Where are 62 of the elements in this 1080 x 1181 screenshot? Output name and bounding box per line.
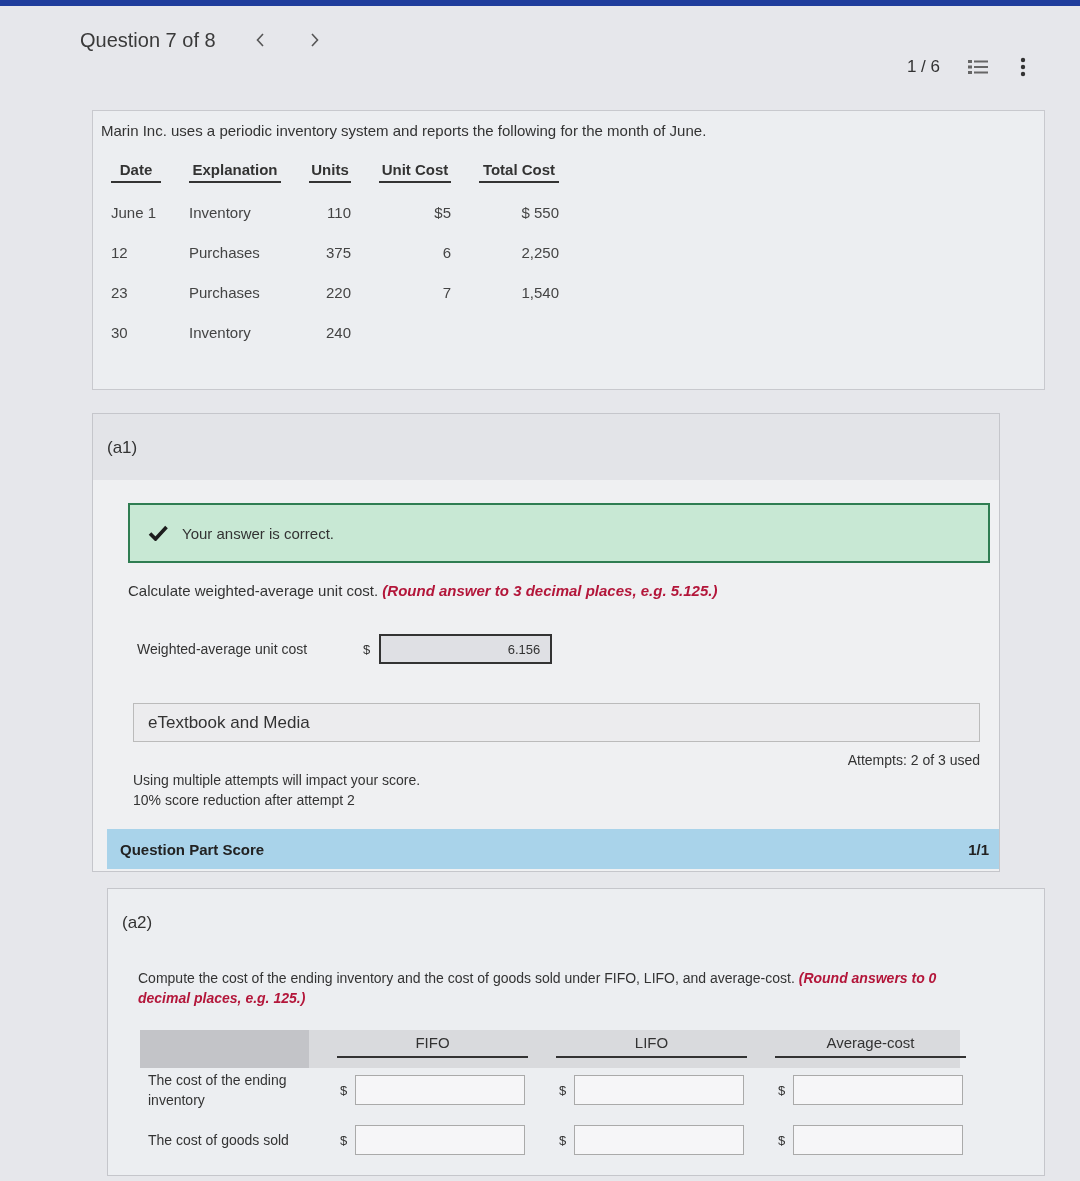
part-label: (a2) — [122, 912, 153, 934]
feedback-text: Your answer is correct. — [182, 524, 334, 542]
score-label: Question Part Score — [120, 840, 265, 858]
kebab-menu-icon[interactable] — [1020, 57, 1026, 77]
answer-field[interactable] — [793, 1125, 964, 1155]
table-cell: 23 — [111, 283, 128, 301]
answer-field[interactable] — [574, 1075, 745, 1105]
table-cell: Purchases — [189, 243, 260, 261]
instruction-text: Compute the cost of the ending inventory and the cost of goods sold under FIFO, LIFO, and average-cost. (Round answers to 0 decimal places, e.g. 125.) — [138, 969, 938, 1008]
answer-field[interactable] — [355, 1125, 526, 1155]
currency-symbol: $ — [363, 641, 371, 657]
table-cell: 375 — [325, 243, 351, 261]
instruction-text: Calculate weighted-average unit cost. (Round answer to 3 decimal places, e.g. 5.125.) — [128, 581, 719, 601]
question-counter: Question 7 of 8 — [80, 28, 216, 52]
table-cell: 12 — [111, 243, 128, 261]
table-cell: 30 — [111, 323, 128, 341]
currency-symbol: $ — [559, 1132, 567, 1148]
currency-symbol: $ — [340, 1082, 348, 1098]
answer-field[interactable] — [574, 1125, 745, 1155]
table-cell: 7 — [442, 283, 451, 301]
notice-text: 10% score reduction after attempt 2 — [133, 791, 355, 810]
check-icon — [148, 525, 168, 541]
score-value: 1/1 — [968, 840, 989, 858]
currency-symbol: $ — [559, 1082, 567, 1098]
table-cell: $ 550 — [521, 203, 559, 221]
table-cell: 1,540 — [521, 283, 559, 301]
column-header: Average-cost — [775, 1032, 966, 1058]
table-cell: 240 — [325, 323, 351, 341]
field-label: Weighted-average unit cost — [137, 641, 309, 657]
column-header: Unit Cost — [379, 159, 451, 183]
currency-symbol: $ — [778, 1132, 786, 1148]
answer-field[interactable] — [355, 1075, 526, 1105]
notice-text: Using multiple attempts will impact your score. — [133, 771, 421, 790]
etextbook-button[interactable]: eTextbook and Media — [133, 703, 980, 742]
chevron-left-icon[interactable] — [255, 33, 264, 47]
intro-text: Marin Inc. uses a periodic inventory system and reports the following for the month of June. — [101, 121, 708, 141]
table-cell: June 1 — [111, 203, 157, 221]
table-cell: Inventory — [189, 203, 251, 221]
list-icon[interactable] — [968, 59, 988, 75]
column-header: Date — [111, 159, 161, 183]
table-cell: 110 — [327, 203, 351, 221]
table-cell: Inventory — [189, 323, 251, 341]
currency-symbol: $ — [340, 1132, 348, 1148]
currency-symbol: $ — [778, 1082, 786, 1098]
chevron-right-icon[interactable] — [310, 33, 319, 47]
column-header: Explanation — [189, 159, 281, 183]
table-cell: 220 — [325, 283, 351, 301]
table-cell: 6 — [442, 243, 451, 261]
row-label: The cost of goods sold — [147, 1131, 290, 1150]
table-cell: 2,250 — [521, 243, 559, 261]
column-header: Total Cost — [479, 159, 559, 183]
row-label: The cost of the ending inventory — [147, 1071, 288, 1110]
page-counter: 1 / 6 — [906, 57, 940, 77]
attempts-text: Attempts: 2 of 3 used — [847, 752, 980, 770]
table-cell: $5 — [434, 203, 451, 221]
column-header: LIFO — [556, 1032, 747, 1058]
column-header: FIFO — [337, 1032, 528, 1058]
answer-field[interactable]: 6.156 — [379, 634, 553, 664]
part-label: (a1) — [107, 437, 138, 459]
answer-field[interactable] — [793, 1075, 964, 1105]
column-header: Units — [309, 159, 351, 183]
table-cell: Purchases — [189, 283, 260, 301]
